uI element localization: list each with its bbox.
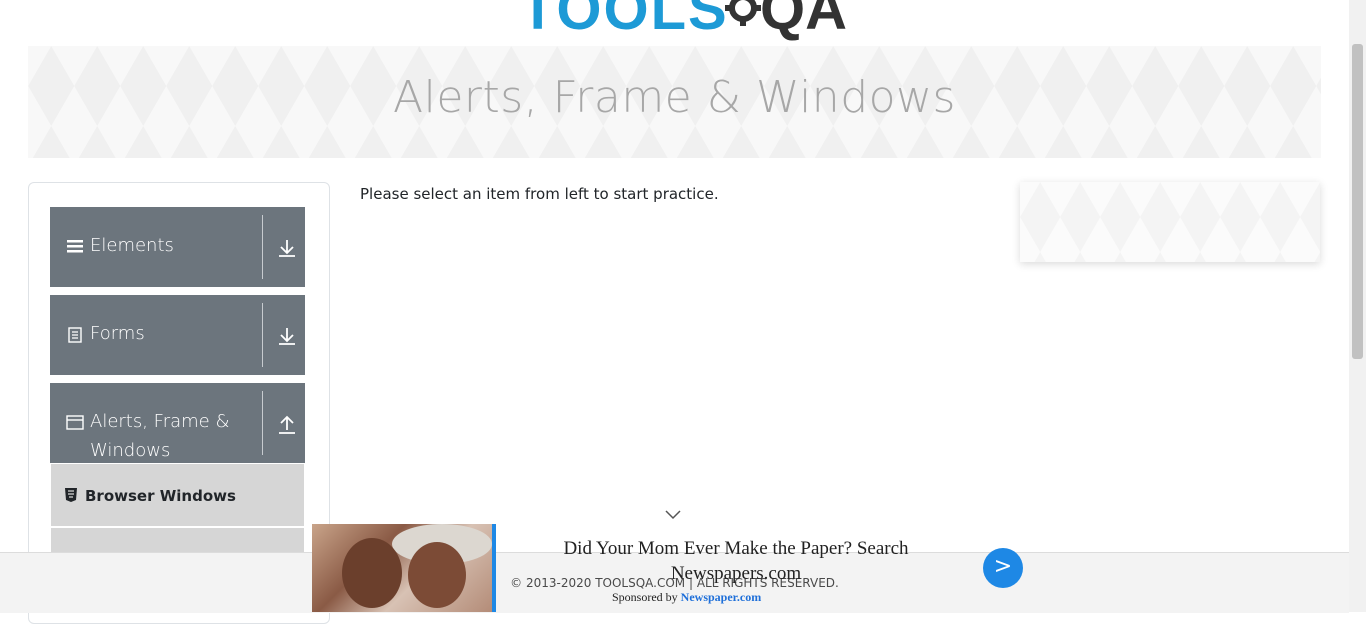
ad-divider	[492, 524, 496, 612]
upload-arrow-icon[interactable]	[276, 413, 298, 435]
bottom-ad[interactable]: Did Your Mom Ever Make the Paper? Search…	[312, 524, 1032, 612]
window-icon	[66, 415, 84, 430]
ad-go-button[interactable]: >	[983, 548, 1023, 588]
group-forms[interactable]: Forms	[50, 295, 305, 375]
logo-text-tools: TOOLS	[520, 0, 729, 42]
group-label: Elements	[90, 235, 174, 256]
menu-item-browser-windows[interactable]: Browser Windows	[51, 464, 304, 528]
divider	[262, 215, 263, 279]
document-icon	[68, 327, 82, 343]
ad-headline[interactable]: Did Your Mom Ever Make the Paper? Search…	[516, 536, 956, 586]
divider	[262, 391, 263, 455]
practice-message: Please select an item from left to start…	[360, 185, 719, 203]
ad-image[interactable]	[312, 524, 492, 612]
ad-sponsor-prefix: Sponsored by	[612, 590, 678, 604]
logo-text-qa: QA	[760, 0, 847, 42]
menu-item-label: Browser Windows	[85, 487, 236, 505]
menu-icon	[67, 240, 83, 253]
right-ad-placeholder	[1020, 182, 1320, 262]
group-label: Alerts, Frame & Windows	[90, 411, 230, 461]
group-alerts-frame-windows[interactable]: Alerts, Frame & Windows	[50, 383, 305, 463]
group-label: Forms	[90, 323, 145, 344]
chevron-down-icon[interactable]	[664, 508, 682, 520]
download-arrow-icon[interactable]	[276, 237, 298, 259]
ad-image-detail	[342, 538, 402, 608]
html5-icon	[65, 488, 77, 502]
ad-sponsor-link[interactable]: Newspaper.com	[681, 590, 762, 604]
ad-sponsor: Sponsored by Newspaper.com	[612, 590, 761, 605]
gear-icon	[725, 0, 761, 26]
download-arrow-icon[interactable]	[276, 325, 298, 347]
scrollbar-thumb[interactable]	[1352, 44, 1363, 359]
page-banner: Alerts, Frame & Windows	[28, 46, 1321, 158]
ad-image-detail	[408, 542, 466, 608]
site-logo[interactable]: TOOLS QA	[520, 0, 850, 42]
group-elements[interactable]: Elements	[50, 207, 305, 287]
divider	[262, 303, 263, 367]
page-scrollbar[interactable]	[1349, 0, 1366, 612]
page-title: Alerts, Frame & Windows	[393, 72, 956, 123]
